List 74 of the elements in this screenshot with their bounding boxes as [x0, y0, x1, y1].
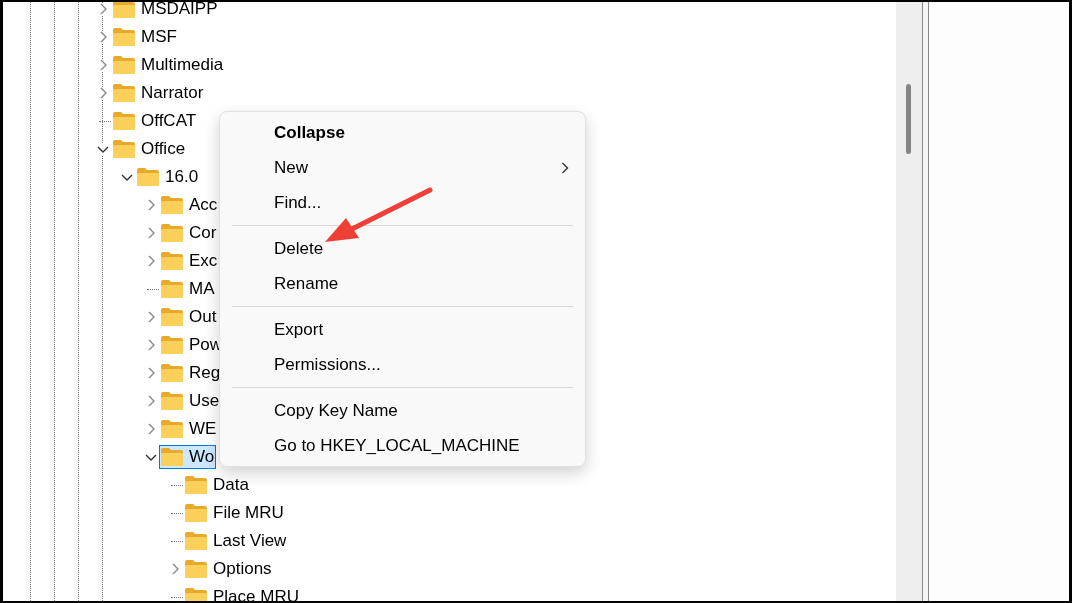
tree-item-label: File MRU: [213, 503, 284, 523]
tree-item[interactable]: MSDAIPP: [111, 2, 220, 21]
folder-icon: [185, 476, 207, 494]
tree-item-label: Multimedia: [141, 55, 224, 75]
tree-item-label: 16.0: [165, 167, 199, 187]
tree-item[interactable]: Office: [111, 137, 188, 161]
tree-item-label: WE: [189, 419, 217, 439]
tree-item[interactable]: Last View: [183, 529, 289, 553]
tree-item[interactable]: Multimedia: [111, 53, 226, 77]
tree-item[interactable]: Wo: [159, 445, 217, 469]
scrollbar-thumb[interactable]: [906, 84, 911, 154]
menu-item[interactable]: New: [220, 150, 585, 185]
folder-icon: [185, 560, 207, 578]
pane-splitter[interactable]: [922, 2, 929, 601]
folder-icon: [161, 280, 183, 298]
tree-item[interactable]: Reg: [159, 361, 223, 385]
folder-icon: [161, 336, 183, 354]
tree-item[interactable]: Exc: [159, 249, 220, 273]
tree-item-label: Last View: [213, 531, 287, 551]
folder-icon: [113, 140, 135, 158]
menu-item[interactable]: Copy Key Name: [220, 393, 585, 428]
tree-item[interactable]: OffCAT: [111, 109, 199, 133]
tree-item-label: Out: [189, 307, 217, 327]
tree-item[interactable]: Cor: [159, 221, 219, 245]
menu-item[interactable]: Find...: [220, 185, 585, 220]
menu-item[interactable]: Rename: [220, 266, 585, 301]
folder-icon: [185, 532, 207, 550]
tree-item[interactable]: 16.0: [135, 165, 201, 189]
tree-item-label: Options: [213, 559, 272, 579]
tree-item[interactable]: Narrator: [111, 81, 206, 105]
tree-item[interactable]: Acc: [159, 193, 220, 217]
tree-item-label: Office: [141, 139, 186, 159]
folder-icon: [161, 420, 183, 438]
tree-item-label: Acc: [189, 195, 218, 215]
tree-item[interactable]: MSF: [111, 25, 179, 49]
tree-item-label: Reg: [189, 363, 221, 383]
folder-icon: [185, 504, 207, 522]
tree-item-label: Exc: [189, 251, 218, 271]
tree-item-label: Narrator: [141, 83, 204, 103]
tree-item[interactable]: Out: [159, 305, 219, 329]
tree-item[interactable]: Data: [183, 473, 251, 497]
tree-item-label: Wo: [189, 447, 215, 467]
menu-item[interactable]: Collapse: [220, 115, 585, 150]
folder-icon: [161, 392, 183, 410]
menu-item[interactable]: Permissions...: [220, 347, 585, 382]
folder-icon: [185, 588, 207, 601]
folder-icon: [161, 224, 183, 242]
tree-item-label: MA: [189, 279, 215, 299]
folder-icon: [113, 28, 135, 46]
folder-icon: [113, 56, 135, 74]
folder-icon: [161, 252, 183, 270]
folder-icon: [113, 112, 135, 130]
folder-icon: [161, 196, 183, 214]
tree-item-label: Use: [189, 391, 220, 411]
menu-item[interactable]: Go to HKEY_LOCAL_MACHINE: [220, 428, 585, 463]
folder-icon: [113, 84, 135, 102]
scrollbar[interactable]: [896, 2, 922, 601]
menu-item[interactable]: Export: [220, 312, 585, 347]
folder-icon: [161, 364, 183, 382]
folder-icon: [161, 448, 183, 466]
tree-item[interactable]: WE: [159, 417, 219, 441]
tree-item-label: Data: [213, 475, 249, 495]
folder-icon: [137, 168, 159, 186]
tree-item[interactable]: File MRU: [183, 501, 286, 525]
tree-item-label: OffCAT: [141, 111, 197, 131]
tree-item-label: MSDAIPP: [141, 2, 218, 19]
folder-icon: [113, 2, 135, 18]
tree-item[interactable]: MA: [159, 277, 217, 301]
tree-item[interactable]: Options: [183, 557, 274, 581]
folder-icon: [161, 308, 183, 326]
tree-item-label: MSF: [141, 27, 177, 47]
tree-item-label: Cor: [189, 223, 217, 243]
tree-item[interactable]: Use: [159, 389, 222, 413]
menu-item[interactable]: Delete: [220, 231, 585, 266]
